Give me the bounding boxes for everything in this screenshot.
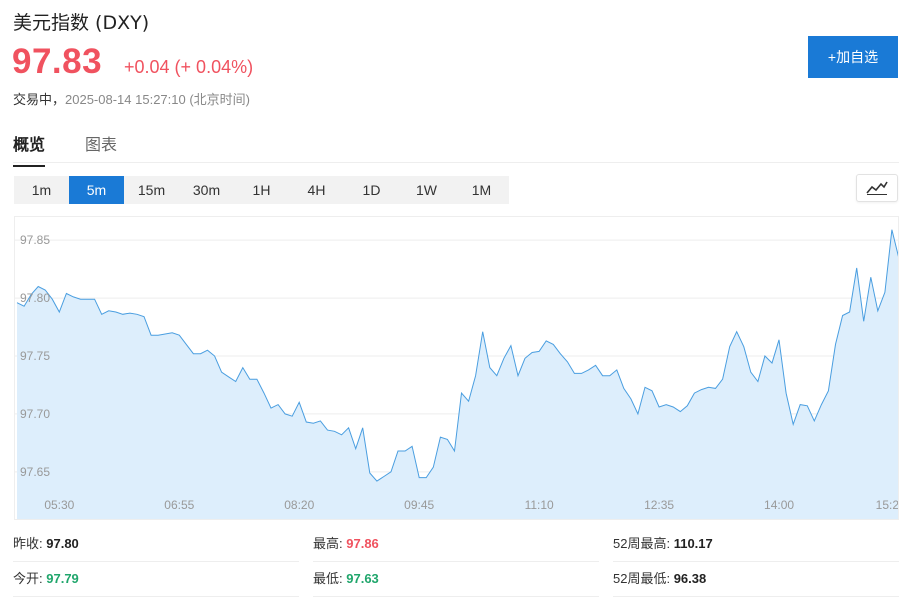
y-tick-label-4: 97.65 bbox=[20, 465, 50, 479]
x-tick-label-2: 08:20 bbox=[284, 498, 314, 512]
stat-high: 最高: 97.86 bbox=[313, 530, 599, 562]
add-to-watchlist-button[interactable]: +加自选 bbox=[808, 36, 898, 78]
period-1m[interactable]: 1m bbox=[14, 176, 69, 204]
trading-status: 交易中，2025-08-14 15:27:10 (北京时间) bbox=[13, 89, 250, 108]
period-15m[interactable]: 15m bbox=[124, 176, 179, 204]
period-1w[interactable]: 1W bbox=[399, 176, 454, 204]
stat-high-label: 最高: bbox=[313, 536, 343, 551]
period-5m[interactable]: 5m bbox=[69, 176, 124, 204]
stat-52w-low-value: 96.38 bbox=[673, 571, 707, 586]
line-chart-icon bbox=[866, 181, 888, 195]
stat-prev-close-label: 昨收: bbox=[13, 536, 43, 551]
period-30m[interactable]: 30m bbox=[179, 176, 234, 204]
stat-high-value: 97.86 bbox=[346, 536, 379, 551]
stat-52w-low: 52周最低: 96.38 bbox=[613, 565, 899, 597]
stat-low: 最低: 97.63 bbox=[313, 565, 599, 597]
period-1mo[interactable]: 1M bbox=[454, 176, 509, 204]
period-4h[interactable]: 4H bbox=[289, 176, 344, 204]
trading-status-label: 交易中， bbox=[13, 92, 66, 107]
x-tick-label-4: 11:10 bbox=[525, 498, 554, 512]
stat-52w-high-value: 110.17 bbox=[673, 536, 713, 551]
y-tick-label-1: 97.80 bbox=[20, 291, 50, 305]
stat-low-label: 最低: bbox=[313, 571, 343, 586]
stat-open: 今开: 97.79 bbox=[13, 565, 299, 597]
period-1h[interactable]: 1H bbox=[234, 176, 289, 204]
x-tick-label-6: 14:00 bbox=[764, 498, 794, 512]
quote-timestamp: 2025-08-14 15:27:10 (北京时间) bbox=[65, 92, 250, 107]
x-tick-label-1: 06:55 bbox=[164, 498, 194, 512]
stat-52w-low-label: 52周最低: bbox=[613, 571, 671, 586]
y-tick-label-2: 97.75 bbox=[20, 349, 50, 363]
tab-divider bbox=[13, 162, 899, 163]
chart-type-button[interactable] bbox=[856, 174, 898, 202]
stat-low-value: 97.63 bbox=[346, 571, 379, 586]
stat-open-label: 今开: bbox=[13, 571, 43, 586]
x-tick-label-5: 12:35 bbox=[644, 498, 674, 512]
last-price: 97.83 bbox=[12, 42, 103, 81]
price-chart[interactable]: 97.85 97.80 97.75 97.70 97.65 05:30 06:55 08:20… bbox=[14, 216, 899, 520]
stat-open-value: 97.79 bbox=[46, 571, 79, 586]
stat-52w-high-label: 52周最高: bbox=[613, 536, 671, 551]
stat-prev-close: 昨收: 97.80 bbox=[13, 530, 299, 562]
x-tick-label-7: 15:2 bbox=[876, 498, 899, 512]
x-tick-label-0: 05:30 bbox=[44, 498, 74, 512]
stat-52w-high: 52周最高: 110.17 bbox=[613, 530, 899, 562]
x-tick-label-3: 09:45 bbox=[404, 498, 434, 512]
page-title: 美元指数 (DXY) bbox=[13, 12, 150, 34]
y-tick-label-3: 97.70 bbox=[20, 407, 50, 421]
period-1d[interactable]: 1D bbox=[344, 176, 399, 204]
y-tick-label-0: 97.85 bbox=[20, 233, 50, 247]
stat-prev-close-value: 97.80 bbox=[46, 536, 79, 551]
period-selector: 1m 5m 15m 30m 1H 4H 1D 1W 1M bbox=[14, 176, 509, 204]
price-chart-svg: 97.85 97.80 97.75 97.70 97.65 05:30 06:55 08:20… bbox=[15, 229, 899, 519]
price-change: +0.04 (+ 0.04%) bbox=[124, 57, 254, 77]
price-area bbox=[17, 229, 898, 519]
